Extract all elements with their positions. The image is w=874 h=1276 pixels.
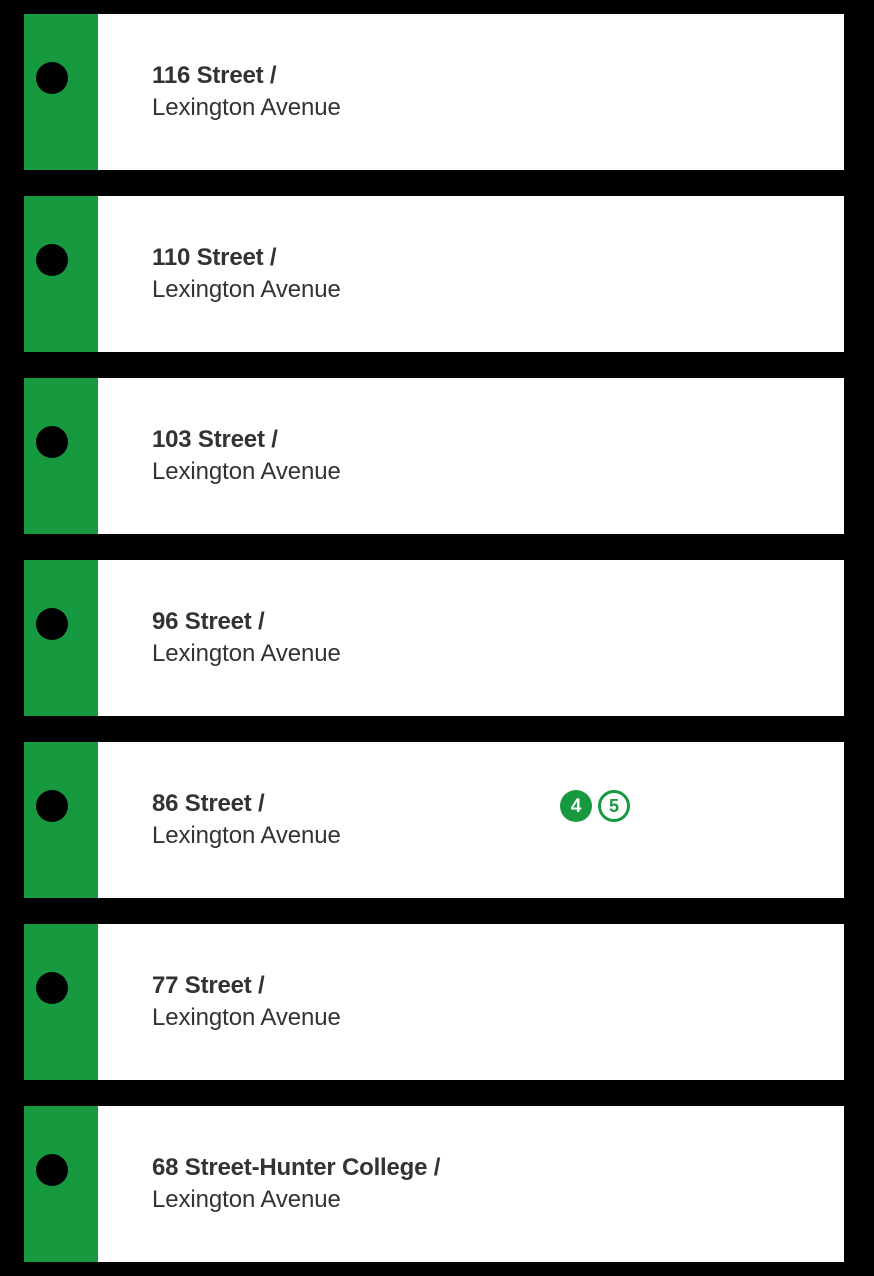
station-row-116-street[interactable]: 116 Street / Lexington Avenue bbox=[24, 14, 844, 170]
stop-dot-icon bbox=[36, 426, 68, 458]
station-label: 110 Street / Lexington Avenue bbox=[152, 242, 341, 306]
station-list: 116 Street / Lexington Avenue 110 Street… bbox=[24, 14, 844, 1262]
station-name: 86 Street / bbox=[152, 790, 265, 817]
station-label: 68 Street-Hunter College / Lexington Ave… bbox=[152, 1152, 440, 1216]
station-body: 86 Street / Lexington Avenue 4 5 bbox=[98, 742, 844, 898]
station-name: 68 Street-Hunter College / bbox=[152, 1154, 441, 1181]
station-street: Lexington Avenue bbox=[152, 1186, 341, 1213]
station-name: 103 Street / bbox=[152, 426, 278, 453]
transfer-routes: 4 5 bbox=[560, 790, 630, 822]
line-strip bbox=[24, 378, 98, 534]
stop-dot-icon bbox=[36, 62, 68, 94]
line-strip bbox=[24, 742, 98, 898]
line-strip bbox=[24, 1106, 98, 1262]
station-name: 116 Street / bbox=[152, 62, 277, 89]
line-strip bbox=[24, 196, 98, 352]
station-row-103-street[interactable]: 103 Street / Lexington Avenue bbox=[24, 378, 844, 534]
station-body: 110 Street / Lexington Avenue bbox=[98, 196, 844, 352]
station-name: 96 Street / bbox=[152, 608, 265, 635]
route-5-bullet-icon[interactable]: 5 bbox=[598, 790, 630, 822]
stop-dot-icon bbox=[36, 244, 68, 276]
station-label: 96 Street / Lexington Avenue bbox=[152, 606, 341, 670]
station-body: 103 Street / Lexington Avenue bbox=[98, 378, 844, 534]
station-body: 116 Street / Lexington Avenue bbox=[98, 14, 844, 170]
station-name: 77 Street / bbox=[152, 972, 265, 999]
station-row-96-street[interactable]: 96 Street / Lexington Avenue bbox=[24, 560, 844, 716]
station-label: 103 Street / Lexington Avenue bbox=[152, 424, 341, 488]
station-row-110-street[interactable]: 110 Street / Lexington Avenue bbox=[24, 196, 844, 352]
line-strip bbox=[24, 924, 98, 1080]
station-label: 77 Street / Lexington Avenue bbox=[152, 970, 341, 1034]
line-strip bbox=[24, 14, 98, 170]
line-strip bbox=[24, 560, 98, 716]
route-4-bullet-icon[interactable]: 4 bbox=[560, 790, 592, 822]
station-street: Lexington Avenue bbox=[152, 822, 341, 849]
station-body: 77 Street / Lexington Avenue bbox=[98, 924, 844, 1080]
stop-dot-icon bbox=[36, 1154, 68, 1186]
station-street: Lexington Avenue bbox=[152, 458, 341, 485]
station-street: Lexington Avenue bbox=[152, 1004, 341, 1031]
stop-dot-icon bbox=[36, 972, 68, 1004]
stop-dot-icon bbox=[36, 790, 68, 822]
station-label: 86 Street / Lexington Avenue bbox=[152, 788, 341, 852]
station-row-86-street[interactable]: 86 Street / Lexington Avenue 4 5 bbox=[24, 742, 844, 898]
station-name: 110 Street / bbox=[152, 244, 277, 271]
station-street: Lexington Avenue bbox=[152, 94, 341, 121]
station-street: Lexington Avenue bbox=[152, 640, 341, 667]
station-label: 116 Street / Lexington Avenue bbox=[152, 60, 341, 124]
station-row-68-street-hunter-college[interactable]: 68 Street-Hunter College / Lexington Ave… bbox=[24, 1106, 844, 1262]
station-row-77-street[interactable]: 77 Street / Lexington Avenue bbox=[24, 924, 844, 1080]
stop-dot-icon bbox=[36, 608, 68, 640]
station-body: 68 Street-Hunter College / Lexington Ave… bbox=[98, 1106, 844, 1262]
station-body: 96 Street / Lexington Avenue bbox=[98, 560, 844, 716]
station-street: Lexington Avenue bbox=[152, 276, 341, 303]
